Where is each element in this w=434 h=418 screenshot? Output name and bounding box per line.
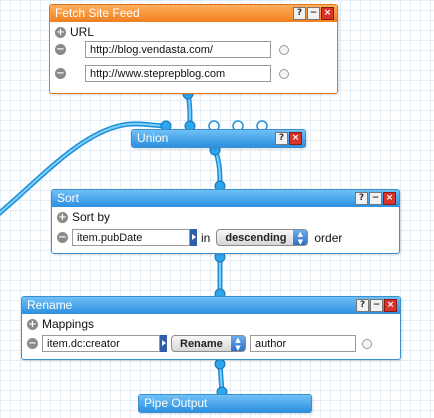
url-row-2: − http://www.steprepblog.com (55, 65, 289, 82)
close-icon[interactable]: × (289, 132, 302, 145)
rename-operation-value: Rename (180, 338, 223, 350)
sort-direction-select[interactable]: descending ▲ ▼ (216, 229, 309, 246)
remove-sort-icon[interactable]: − (57, 232, 68, 243)
pipe-output-module[interactable]: Pipe Output (138, 394, 312, 413)
rename-module[interactable]: Rename ? − × + Mappings − item.dc:creato… (21, 296, 401, 360)
add-url-icon[interactable]: + (55, 26, 66, 38)
fetch-module-title: Fetch Site Feed (55, 6, 140, 20)
mapping-row: − item.dc:creator Rename ▲ ▼ author (27, 335, 372, 352)
help-icon[interactable]: ? (293, 7, 306, 20)
url-input-1[interactable]: http://blog.vendasta.com/ (85, 41, 271, 58)
minimize-icon[interactable]: − (369, 192, 382, 205)
select-arrows-icon: ▲ ▼ (293, 230, 308, 246)
rename-output-terminal (214, 358, 226, 370)
url-section-label: URL (70, 25, 95, 39)
rename-from-input[interactable]: item.dc:creator (42, 335, 160, 352)
sort-module-title: Sort (57, 191, 80, 205)
remove-url-icon[interactable]: − (55, 68, 66, 79)
rename-field-picker-icon[interactable] (160, 335, 167, 352)
rename-operation-select[interactable]: Rename ▲ ▼ (171, 335, 246, 352)
minimize-icon[interactable]: − (370, 299, 383, 312)
url-2-terminal-radio[interactable] (279, 68, 289, 79)
sort-row: − item.pubDate in descending ▲ ▼ order (57, 229, 342, 246)
url-section-header: + URL (55, 25, 94, 39)
url-1-terminal-radio[interactable] (279, 44, 289, 55)
help-icon[interactable]: ? (275, 132, 288, 145)
add-mapping-icon[interactable]: + (27, 318, 38, 330)
add-sort-icon[interactable]: + (57, 211, 68, 223)
sort-module[interactable]: Sort ? − × + Sort by − item.pubDate in d… (51, 189, 400, 254)
mappings-header: + Mappings (27, 317, 94, 331)
url-row-1: − http://blog.vendasta.com/ (55, 41, 289, 58)
pipe-output-title: Pipe Output (144, 396, 208, 410)
mappings-label: Mappings (42, 317, 95, 331)
sort-module-titlebar[interactable]: Sort ? − × (52, 190, 399, 207)
pipe-output-titlebar[interactable]: Pipe Output (139, 395, 311, 412)
rename-terminal-radio[interactable] (362, 338, 372, 349)
remove-mapping-icon[interactable]: − (27, 338, 38, 349)
sort-field-input[interactable]: item.pubDate (72, 229, 190, 246)
close-icon[interactable]: × (321, 7, 334, 20)
union-module-title: Union (137, 131, 169, 145)
fetch-module-titlebar[interactable]: Fetch Site Feed ? − × (50, 5, 337, 22)
close-icon[interactable]: × (384, 299, 397, 312)
sort-field-picker-icon[interactable] (190, 229, 197, 246)
rename-module-titlebar[interactable]: Rename ? − × (22, 297, 400, 314)
minimize-icon[interactable]: − (307, 7, 320, 20)
union-module-titlebar[interactable]: Union ? × (132, 130, 305, 147)
sort-by-label: Sort by (72, 210, 111, 224)
fetch-site-feed-module[interactable]: Fetch Site Feed ? − × + URL − http://blo… (49, 4, 338, 94)
help-icon[interactable]: ? (355, 192, 368, 205)
remove-url-icon[interactable]: − (55, 44, 66, 55)
sort-order-label: order (314, 230, 343, 245)
rename-module-title: Rename (27, 298, 73, 312)
sort-in-label: in (201, 230, 211, 245)
rename-to-input[interactable]: author (250, 335, 356, 352)
sort-by-header: + Sort by (57, 210, 110, 224)
url-input-2[interactable]: http://www.steprepblog.com (85, 65, 271, 82)
close-icon[interactable]: × (383, 192, 396, 205)
sort-direction-value: descending (225, 232, 287, 244)
union-module[interactable]: Union ? × (131, 129, 306, 148)
select-arrows-icon: ▲ ▼ (231, 336, 245, 352)
help-icon[interactable]: ? (356, 299, 369, 312)
